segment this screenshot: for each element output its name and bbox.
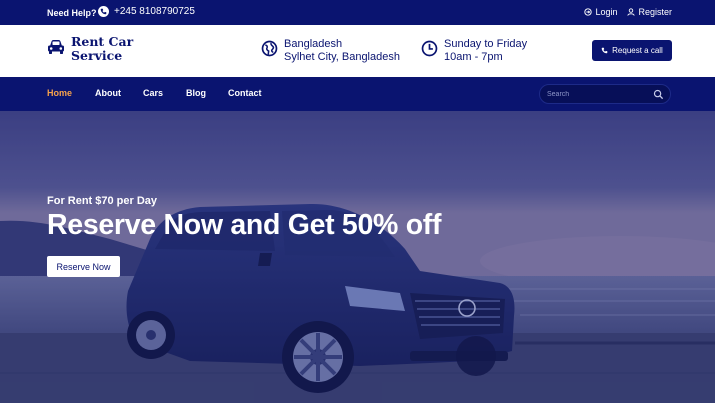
location-line2: Sylhet City, Bangladesh bbox=[284, 51, 400, 63]
help-label: Need Help? bbox=[47, 8, 97, 18]
car-icon bbox=[48, 40, 64, 54]
register-label: Register bbox=[638, 7, 672, 17]
nav-links: Home About Cars Blog Contact bbox=[47, 88, 262, 98]
globe-icon bbox=[261, 40, 278, 57]
login-icon bbox=[584, 8, 593, 16]
hero-banner: For Rent $70 per Day Reserve Now and Get… bbox=[0, 111, 715, 403]
reserve-now-button[interactable]: Reserve Now bbox=[47, 256, 120, 277]
search-input[interactable] bbox=[547, 88, 647, 100]
location-info: Bangladesh Sylhet City, Bangladesh bbox=[261, 38, 400, 64]
request-call-label: Request a call bbox=[612, 46, 663, 55]
search-icon[interactable] bbox=[653, 89, 664, 100]
clock-icon bbox=[421, 40, 438, 57]
request-call-button[interactable]: Request a call bbox=[592, 40, 672, 61]
login-link[interactable]: Login bbox=[584, 7, 617, 17]
register-link[interactable]: Register bbox=[627, 7, 672, 17]
phone-contact[interactable]: +245 8108790725 bbox=[98, 6, 195, 17]
logo[interactable]: Rent Car Service bbox=[47, 35, 141, 63]
nav-item-blog[interactable]: Blog bbox=[186, 88, 228, 98]
hero-title: Reserve Now and Get 50% off bbox=[47, 209, 442, 241]
phone-icon bbox=[98, 6, 109, 17]
phone-number: +245 8108790725 bbox=[114, 6, 195, 17]
nav-item-cars[interactable]: Cars bbox=[143, 88, 186, 98]
hero-subtitle: For Rent $70 per Day bbox=[47, 195, 158, 207]
logo-text: Rent Car Service bbox=[71, 34, 134, 63]
auth-links: Login Register bbox=[584, 7, 672, 17]
nav-item-about[interactable]: About bbox=[95, 88, 143, 98]
phone-icon bbox=[601, 47, 608, 54]
nav-item-home[interactable]: Home bbox=[47, 88, 95, 98]
nav-item-contact[interactable]: Contact bbox=[228, 88, 262, 98]
location-line1: Bangladesh bbox=[284, 38, 343, 50]
search-box bbox=[539, 84, 671, 104]
hours-line2: 10am - 7pm bbox=[444, 51, 503, 63]
user-icon bbox=[627, 8, 636, 16]
login-label: Login bbox=[595, 7, 618, 17]
main-header: Rent Car Service Bangladesh Sylhet City,… bbox=[0, 25, 715, 77]
hours-line1: Sunday to Friday bbox=[444, 38, 528, 50]
hours-info: Sunday to Friday 10am - 7pm bbox=[421, 38, 527, 64]
top-bar: Need Help? +245 8108790725 Login Registe… bbox=[0, 0, 715, 25]
